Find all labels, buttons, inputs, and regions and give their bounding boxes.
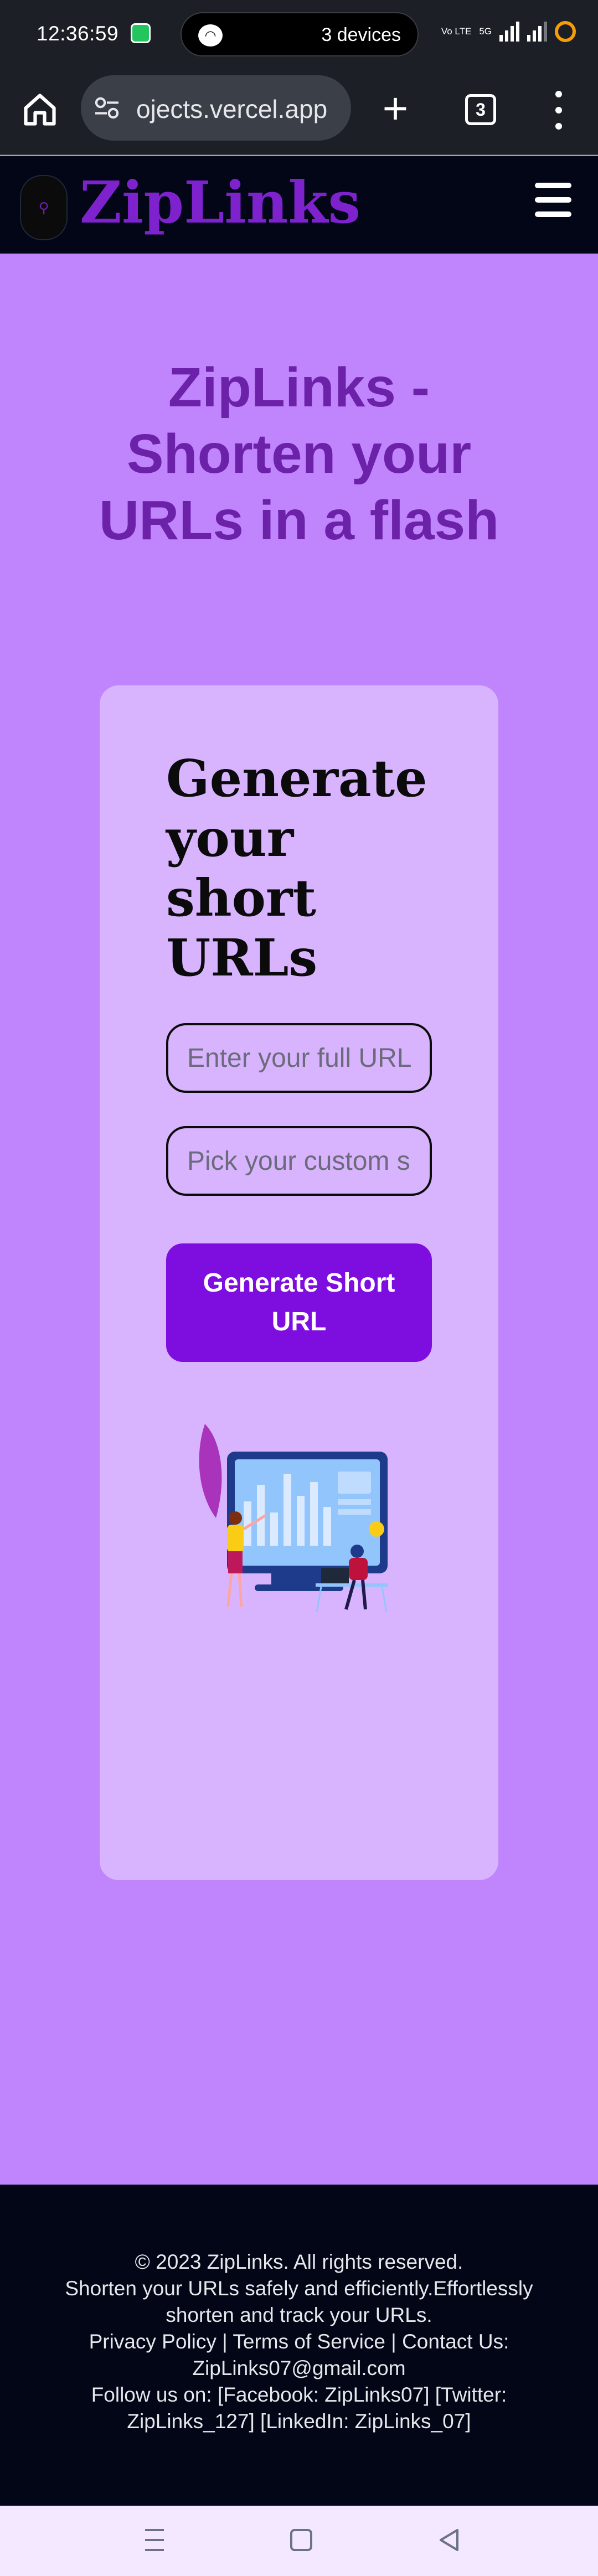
shortener-card: Generate your short URLs Generate Short … (100, 685, 498, 1880)
home-nav-icon[interactable] (290, 2529, 312, 2551)
signal-icon (499, 22, 519, 42)
new-tab-icon[interactable]: + (379, 86, 412, 131)
network-gen-label: 5G (479, 26, 492, 37)
site-footer: © 2023 ZipLinks. All rights reserved. Sh… (0, 2185, 598, 2506)
signal-icon-2 (527, 22, 547, 42)
shield-icon (131, 23, 151, 43)
custom-short-url-input[interactable] (166, 1126, 432, 1196)
logo-icon[interactable]: ⚲ (20, 175, 68, 240)
devices-pill[interactable]: ◠ 3 devices (181, 12, 419, 56)
battery-icon (555, 21, 576, 42)
status-indicators: Vo LTE 5G (441, 21, 576, 42)
site-brand[interactable]: ZipLinks (80, 168, 360, 236)
url-text[interactable]: ojects.vercel.app (136, 94, 341, 124)
footer-tagline: Shorten your URLs safely and efficiently… (65, 2277, 533, 2326)
footer-links[interactable]: Privacy Policy | Terms of Service | Cont… (55, 2329, 543, 2382)
footer-social[interactable]: Follow us on: [Facebook: ZipLinks07] [Tw… (55, 2382, 543, 2435)
tune-icon[interactable] (94, 96, 120, 120)
hamburger-icon[interactable] (535, 183, 571, 217)
status-bar: 12:36:59 ◠ 3 devices Vo LTE 5G (0, 0, 598, 66)
footer-content: © 2023 ZipLinks. All rights reserved. Sh… (55, 2249, 543, 2435)
analytics-illustration (199, 1424, 388, 1613)
status-time: 12:36:59 (37, 22, 119, 45)
tab-switcher-button[interactable]: 3 (465, 94, 496, 125)
back-icon[interactable] (437, 2528, 460, 2552)
volte-label: Vo LTE (441, 26, 472, 37)
devices-label: 3 devices (321, 24, 401, 45)
more-icon[interactable] (550, 91, 567, 130)
browser-toolbar: ojects.vercel.app + 3 (0, 66, 598, 155)
page-title: ZipLinks - Shorten your URLs in a flash (99, 357, 499, 551)
footer-copyright: © 2023 ZipLinks. All rights reserved. (135, 2250, 463, 2273)
full-url-input[interactable] (166, 1023, 432, 1093)
hotspot-icon: ◠ (198, 24, 223, 47)
system-nav-bar (0, 2506, 598, 2576)
home-icon[interactable] (21, 91, 59, 128)
address-bar[interactable]: ojects.vercel.app (81, 75, 351, 141)
site-header: ⚲ ZipLinks (0, 156, 598, 254)
recents-icon[interactable] (145, 2529, 164, 2551)
card-title: Generate your short URLs (166, 748, 427, 988)
generate-short-url-button[interactable]: Generate Short URL (166, 1243, 432, 1362)
